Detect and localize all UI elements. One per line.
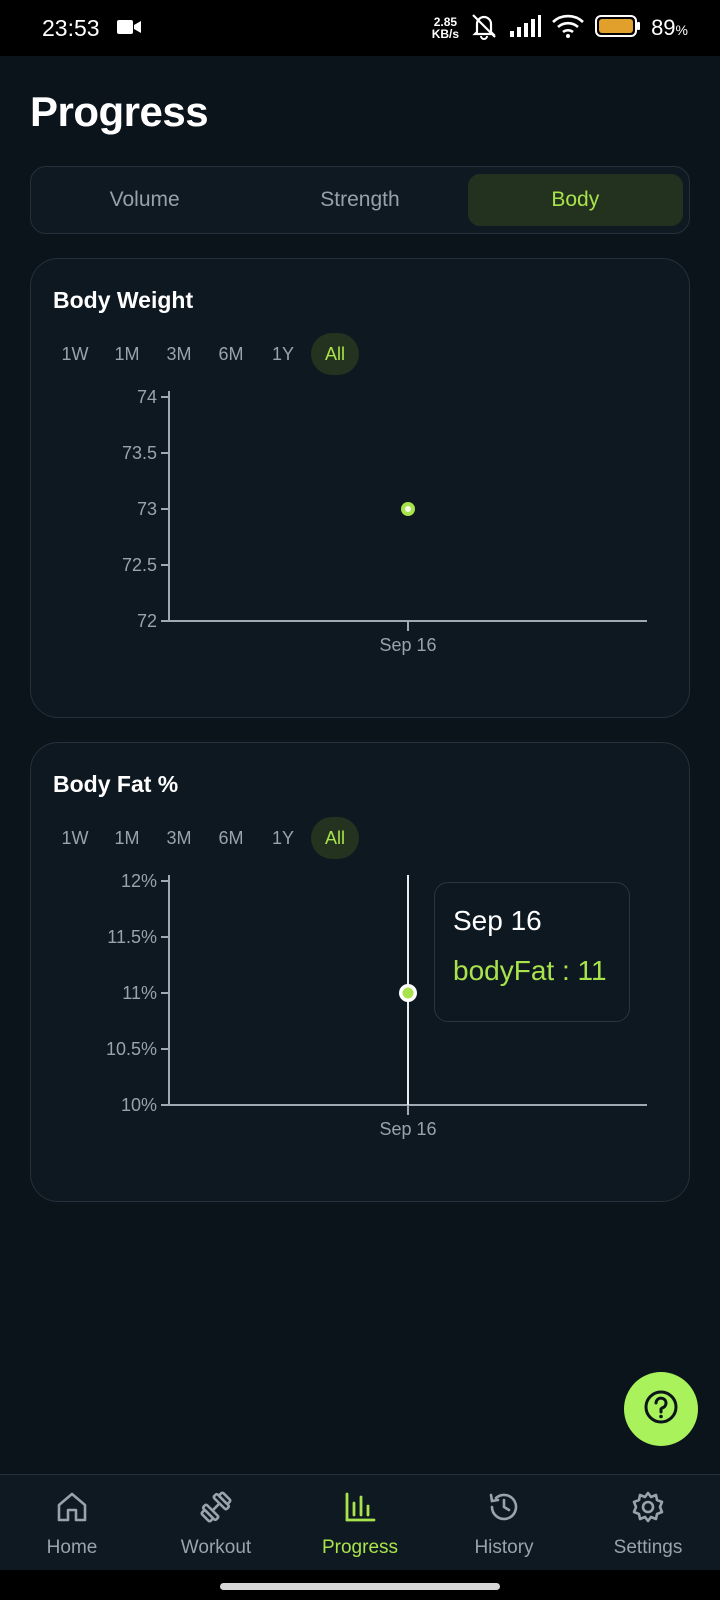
bottom-navigation: Home Workout Progress History Settings	[0, 1474, 720, 1570]
body-weight-chart: 74 73.5 73 72.5 72 Sep 16	[122, 387, 647, 655]
progress-tabs: Volume Strength Body	[30, 166, 690, 234]
page-title: Progress	[30, 88, 209, 135]
gear-icon	[630, 1489, 666, 1537]
y-tick-label: 10%	[121, 1095, 157, 1115]
x-tick-label: Sep 16	[379, 635, 436, 655]
data-point-center	[405, 506, 411, 512]
bar-chart-icon	[342, 1489, 378, 1537]
signal-icon	[509, 14, 542, 42]
y-tick-label: 11%	[122, 983, 157, 1003]
nav-history[interactable]: History	[432, 1475, 576, 1570]
y-tick-label: 74	[137, 387, 157, 407]
nav-history-label: History	[474, 1537, 534, 1558]
help-button[interactable]	[624, 1372, 698, 1446]
nav-home[interactable]: Home	[0, 1475, 144, 1570]
battery-percent: 89%	[651, 15, 688, 40]
tab-strength[interactable]: Strength	[252, 174, 467, 226]
mute-bell-icon	[469, 12, 499, 45]
tab-volume[interactable]: Volume	[37, 174, 252, 226]
chart-tooltip: Sep 16 bodyFat : 11	[434, 882, 630, 1022]
dumbbell-icon	[198, 1489, 234, 1537]
nav-workout-label: Workout	[180, 1537, 252, 1558]
tooltip-value: bodyFat : 11	[453, 955, 607, 986]
y-tick-label: 12%	[121, 871, 157, 891]
status-bar: 23:53 2.85 KB/s 89%	[0, 0, 720, 56]
nav-workout[interactable]: Workout	[144, 1475, 288, 1570]
y-tick-label: 73	[137, 499, 157, 519]
y-tick-label: 72	[137, 611, 157, 631]
y-tick-label: 11.5%	[107, 927, 157, 947]
tooltip-date: Sep 16	[453, 905, 542, 936]
tab-body[interactable]: Body	[467, 174, 683, 226]
y-tick-label: 10.5%	[106, 1039, 157, 1059]
x-tick-label: Sep 16	[379, 1119, 436, 1139]
video-camera-icon	[116, 15, 142, 42]
nav-settings[interactable]: Settings	[576, 1475, 720, 1570]
gesture-bar[interactable]	[220, 1583, 500, 1590]
y-tick-label: 72.5	[122, 555, 157, 575]
data-point	[402, 987, 414, 999]
wifi-icon	[551, 14, 585, 43]
nav-settings-label: Settings	[613, 1537, 683, 1558]
history-icon	[486, 1489, 522, 1537]
net-speed: 2.85 KB/s	[431, 15, 460, 41]
nav-progress[interactable]: Progress	[288, 1475, 432, 1570]
nav-progress-label: Progress	[321, 1537, 399, 1558]
battery-icon	[595, 14, 641, 43]
nav-home-label: Home	[46, 1537, 98, 1558]
y-tick-label: 73.5	[122, 443, 157, 463]
home-icon	[54, 1489, 90, 1537]
question-icon	[643, 1389, 679, 1430]
status-time: 23:53	[42, 14, 100, 41]
body-weight-card: Body Weight 1W 1M 3M 6M 1Y All 74 73.5 73 7…	[30, 258, 690, 718]
